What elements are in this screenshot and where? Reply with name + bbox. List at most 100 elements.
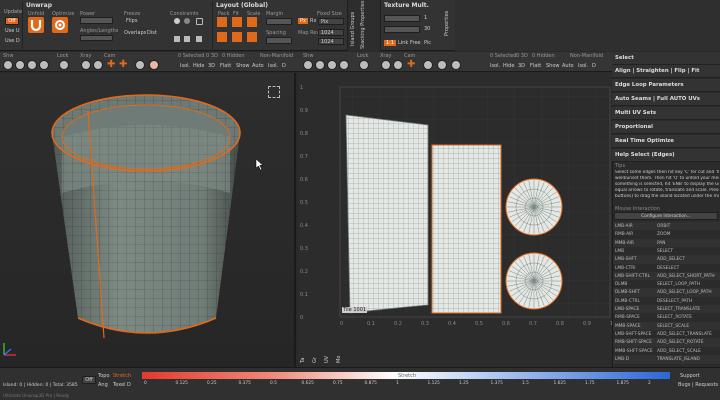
constraint-c-icon[interactable] <box>196 36 202 42</box>
lock-icon[interactable] <box>196 18 203 25</box>
constraint-a-icon[interactable] <box>174 36 180 42</box>
sphere-view-icon[interactable] <box>303 60 313 70</box>
xray-view-icon[interactable] <box>381 60 391 70</box>
cam2-view-icon[interactable] <box>437 60 447 70</box>
right-3d-button[interactable]: 3D <box>518 63 525 69</box>
sphere-view-icon[interactable] <box>3 60 13 70</box>
left-d-button[interactable]: D <box>282 63 286 69</box>
fit2-button[interactable] <box>232 32 242 42</box>
pic-toggle[interactable]: Pic <box>424 40 431 46</box>
configure-interaction-button[interactable]: Configure Interaction... <box>614 212 718 220</box>
fit-button[interactable] <box>232 17 242 27</box>
viewport-3d[interactable] <box>0 73 296 367</box>
cylinder-mesh[interactable] <box>0 73 296 367</box>
lock-view-icon[interactable] <box>59 60 69 70</box>
left-hide-button[interactable]: Hide <box>193 63 204 69</box>
texture-field-30[interactable] <box>384 26 420 33</box>
link-toggle[interactable]: Link <box>398 40 408 46</box>
left-isol2-button[interactable]: Isol. <box>268 63 278 69</box>
cam3-view-icon[interactable] <box>451 60 461 70</box>
proportional-section[interactable]: Proportional <box>612 121 720 134</box>
tab-properties[interactable]: Properties <box>444 11 450 36</box>
real-time-optimize-section[interactable]: Real Time Optimize <box>612 135 720 148</box>
lock-view-icon[interactable] <box>359 60 369 70</box>
left-show-button[interactable]: Show <box>236 63 250 69</box>
tab-stacking-properties[interactable]: Stacking Properties <box>360 1 366 49</box>
stretch-tick: 1 <box>396 381 399 386</box>
left-flatt-button[interactable]: Flatt <box>220 63 231 69</box>
checker-view-icon[interactable] <box>327 60 337 70</box>
right-isol-button[interactable]: Isol. <box>490 63 500 69</box>
gizmo-icon[interactable]: ✚ <box>107 60 117 70</box>
angles-slider[interactable] <box>80 35 113 41</box>
constraint-b-icon[interactable] <box>184 36 190 42</box>
pin-icon[interactable] <box>174 18 180 24</box>
align-section[interactable]: Align | Straighten | Flip | Fit <box>612 65 720 78</box>
px-toggle[interactable]: Px <box>298 18 308 24</box>
select-section[interactable]: Select <box>612 52 720 65</box>
left-auto-button[interactable]: Auto <box>252 63 264 69</box>
gizmo-icon[interactable]: ✚ <box>407 60 417 70</box>
stretch-tick: 1.625 <box>553 381 566 386</box>
cam-view-icon[interactable] <box>423 60 433 70</box>
free-toggle[interactable]: Free <box>410 40 421 46</box>
wire-view-icon[interactable] <box>15 60 25 70</box>
pack2-button[interactable] <box>217 32 227 42</box>
pack-button[interactable] <box>217 17 227 27</box>
help-select-section[interactable]: Help Select (Edges) <box>612 149 720 162</box>
power-field[interactable] <box>80 17 113 24</box>
display-off-button[interactable]: Off <box>82 376 96 384</box>
tab-island-groups[interactable]: Island Groups <box>350 12 356 46</box>
scale-button[interactable] <box>247 17 257 27</box>
map-res-value-b[interactable]: 1024 <box>318 38 344 45</box>
xray2-view-icon[interactable] <box>393 60 403 70</box>
auto-seams-section[interactable]: Auto Seams | Full AUTO UVs <box>612 93 720 106</box>
unfold-button[interactable] <box>28 17 44 33</box>
left-nav-cube-icon[interactable] <box>268 86 280 98</box>
stretch-option[interactable]: Stretch <box>113 373 131 379</box>
texel-option[interactable]: Texel D <box>113 382 131 388</box>
cam-view-icon[interactable] <box>135 60 145 70</box>
right-hide-button[interactable]: Hide <box>503 63 514 69</box>
bugs-link[interactable]: Bugs | Requests <box>678 382 718 388</box>
use-d-option[interactable]: Use D <box>5 38 20 44</box>
ang-option[interactable]: Ang <box>98 382 108 388</box>
left-selected-count: 0 Selected <box>178 53 205 59</box>
right-d-button[interactable]: D <box>592 63 596 69</box>
right-show-button[interactable]: Show <box>546 63 560 69</box>
topo-option[interactable]: Topo <box>98 373 110 379</box>
left-hidden-count: 0 Hidden <box>222 53 245 59</box>
support-link[interactable]: Support <box>680 373 700 379</box>
checker-view-icon[interactable] <box>27 60 37 70</box>
uv-canvas[interactable] <box>298 73 612 367</box>
gizmo2-icon[interactable]: ✚ <box>119 60 129 70</box>
use-u-option[interactable]: Use U <box>5 28 20 34</box>
uv-viewport[interactable]: Ta Gr UV Mo 1 0.9 0.8 0.7 0.6 0.5 0.4 0.3 0.2 0.1… <box>298 73 612 367</box>
map-res-value-a[interactable]: 1024 <box>318 29 344 36</box>
update-off-button[interactable]: Off <box>5 17 19 25</box>
spacing-label: Spacing <box>266 30 286 36</box>
smooth-view-icon[interactable] <box>339 60 349 70</box>
optimize-button[interactable] <box>52 17 68 33</box>
left-isol-button[interactable]: Isol. <box>180 63 190 69</box>
margin-field[interactable] <box>266 18 292 25</box>
edge-loop-section[interactable]: Edge Loop Parameters <box>612 79 720 92</box>
fixed-size-value[interactable]: Pix <box>318 18 344 25</box>
right-isol2-button[interactable]: Isol. <box>578 63 588 69</box>
spacing-field[interactable] <box>266 37 292 44</box>
xray2-view-icon[interactable] <box>93 60 103 70</box>
right-flatt-button[interactable]: Flatt <box>530 63 541 69</box>
multi-uv-section[interactable]: Multi UV Sets <box>612 107 720 120</box>
left-3d-button[interactable]: 3D <box>208 63 215 69</box>
xray-view-icon[interactable] <box>81 60 91 70</box>
pin2-icon[interactable] <box>184 18 190 24</box>
smooth-view-icon[interactable] <box>39 60 49 70</box>
ratio-toggle[interactable]: 1:1 <box>384 40 397 46</box>
rx-toggle[interactable]: Rx <box>310 18 316 24</box>
stretch-title: Stretch <box>398 373 417 379</box>
cam2-view-icon[interactable] <box>149 60 159 70</box>
texture-field-1[interactable] <box>384 15 420 22</box>
scale2-button[interactable] <box>247 32 257 42</box>
wire-view-icon[interactable] <box>315 60 325 70</box>
right-auto-button[interactable]: Auto <box>562 63 574 69</box>
